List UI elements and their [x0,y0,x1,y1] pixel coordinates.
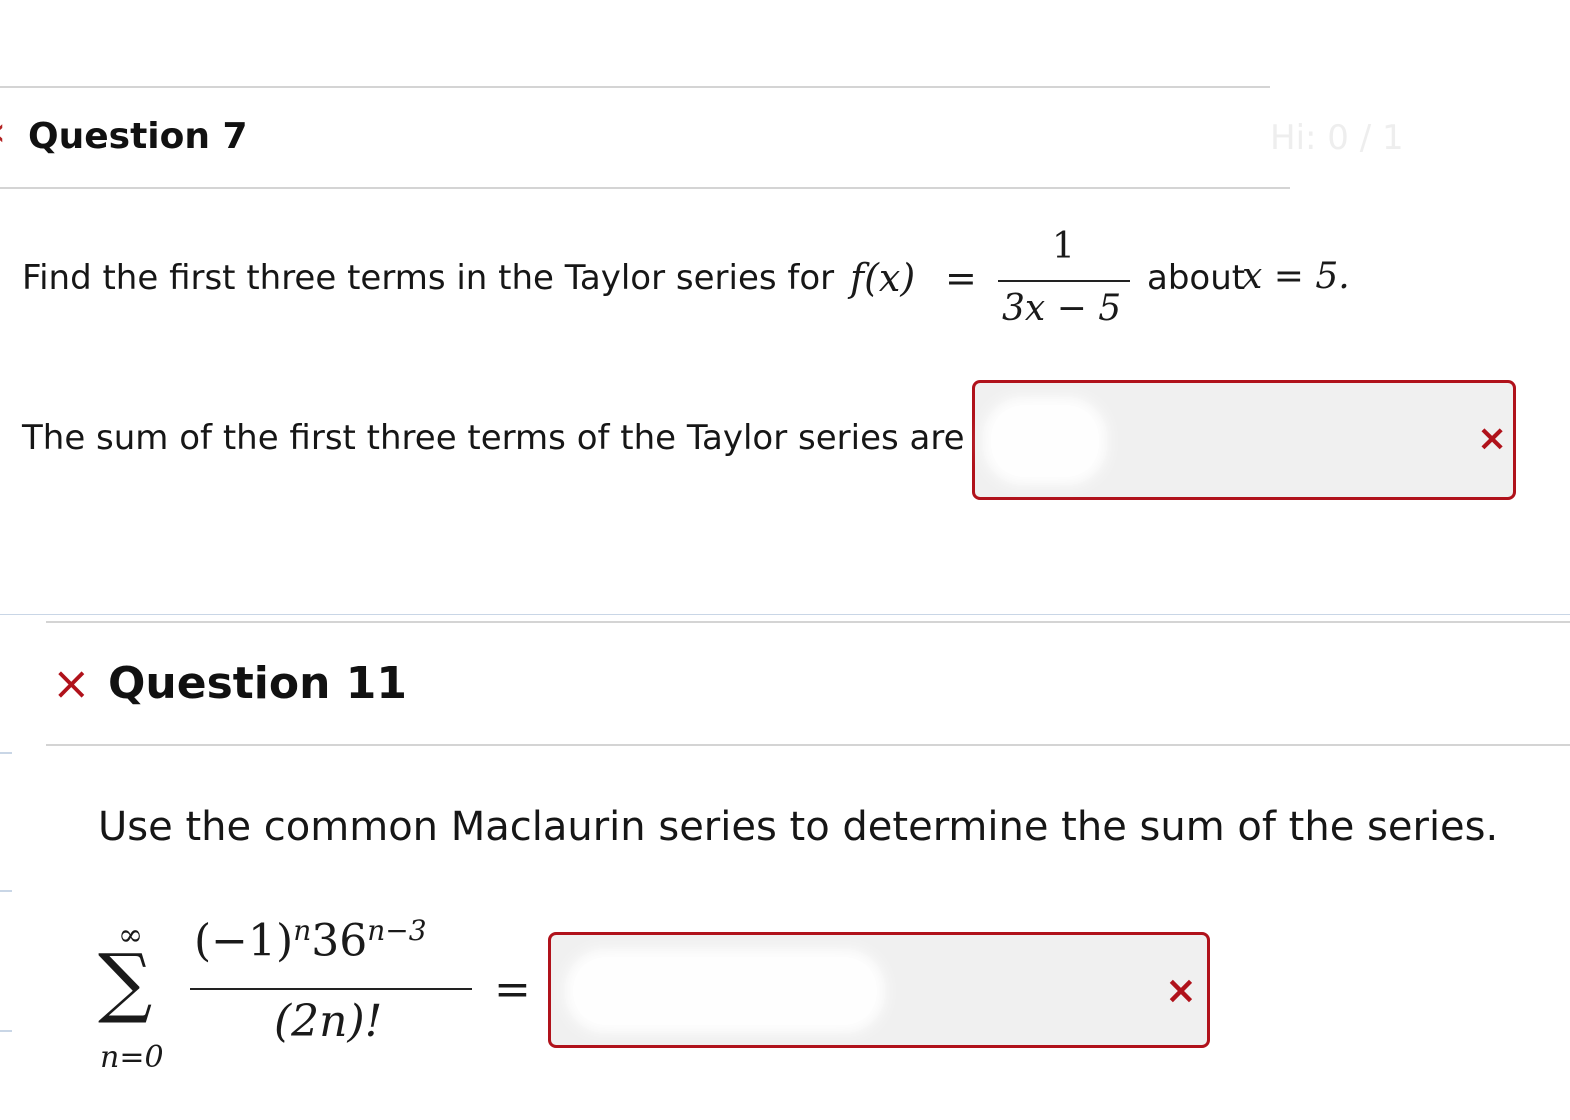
incorrect-x-icon: × [1165,968,1197,1012]
divider-top [0,86,1270,88]
left-margin-tick [0,752,12,754]
numerator-base-36: 36 [311,915,368,967]
divider-q11-header [46,744,1570,746]
divider-q7-header [0,187,1290,189]
sigma-icon: ∑ [98,937,153,1026]
numerator-exponent-n-3: n−3 [367,914,427,947]
question-7-prompt: Find the first three terms in the Taylor… [22,258,834,298]
prompt-text: Find the first three terms in the Taylor… [22,258,835,298]
divider-q11-top [46,621,1570,623]
question-11-title: Question 11 [108,658,407,709]
answer-label: The sum of the first three terms of the … [22,418,965,458]
fraction-denominator: 3x − 5 [1002,288,1122,329]
numerator-base: (−1) [194,915,294,967]
question-11-prompt: Use the common Maclaurin series to deter… [98,804,1499,850]
fraction-numerator: 1 [1052,226,1075,267]
left-margin-tick [0,1030,12,1032]
collapse-chevron-icon[interactable]: ‹ [0,112,6,152]
fraction-bar [998,280,1130,282]
series-fraction-bar [190,988,472,990]
redacted-answer [565,949,885,1033]
series-equals-sign: = [494,964,531,1015]
left-margin-tick [0,890,12,892]
series-numerator: (−1)n36n−3 [194,914,427,967]
taylor-answer-input[interactable]: × [972,380,1516,500]
function-name: f(x) [850,256,916,300]
about-condition: x = 5. [1242,256,1350,297]
incorrect-x-icon: × [52,656,91,710]
equals-sign: = [945,256,977,300]
redacted-answer [983,397,1107,485]
question-7-title: Question 7 [28,116,248,157]
series-denominator: (2n)! [274,996,383,1047]
divider-question-separator [0,614,1570,615]
about-text: about [1147,258,1246,298]
maclaurin-answer-input[interactable]: × [548,932,1210,1048]
sum-lower-limit: n=0 [100,1040,164,1075]
incorrect-x-icon: × [1477,418,1508,459]
numerator-exponent-n: n [293,914,312,947]
faded-score-text: Hi: 0 / 1 [1270,118,1404,158]
